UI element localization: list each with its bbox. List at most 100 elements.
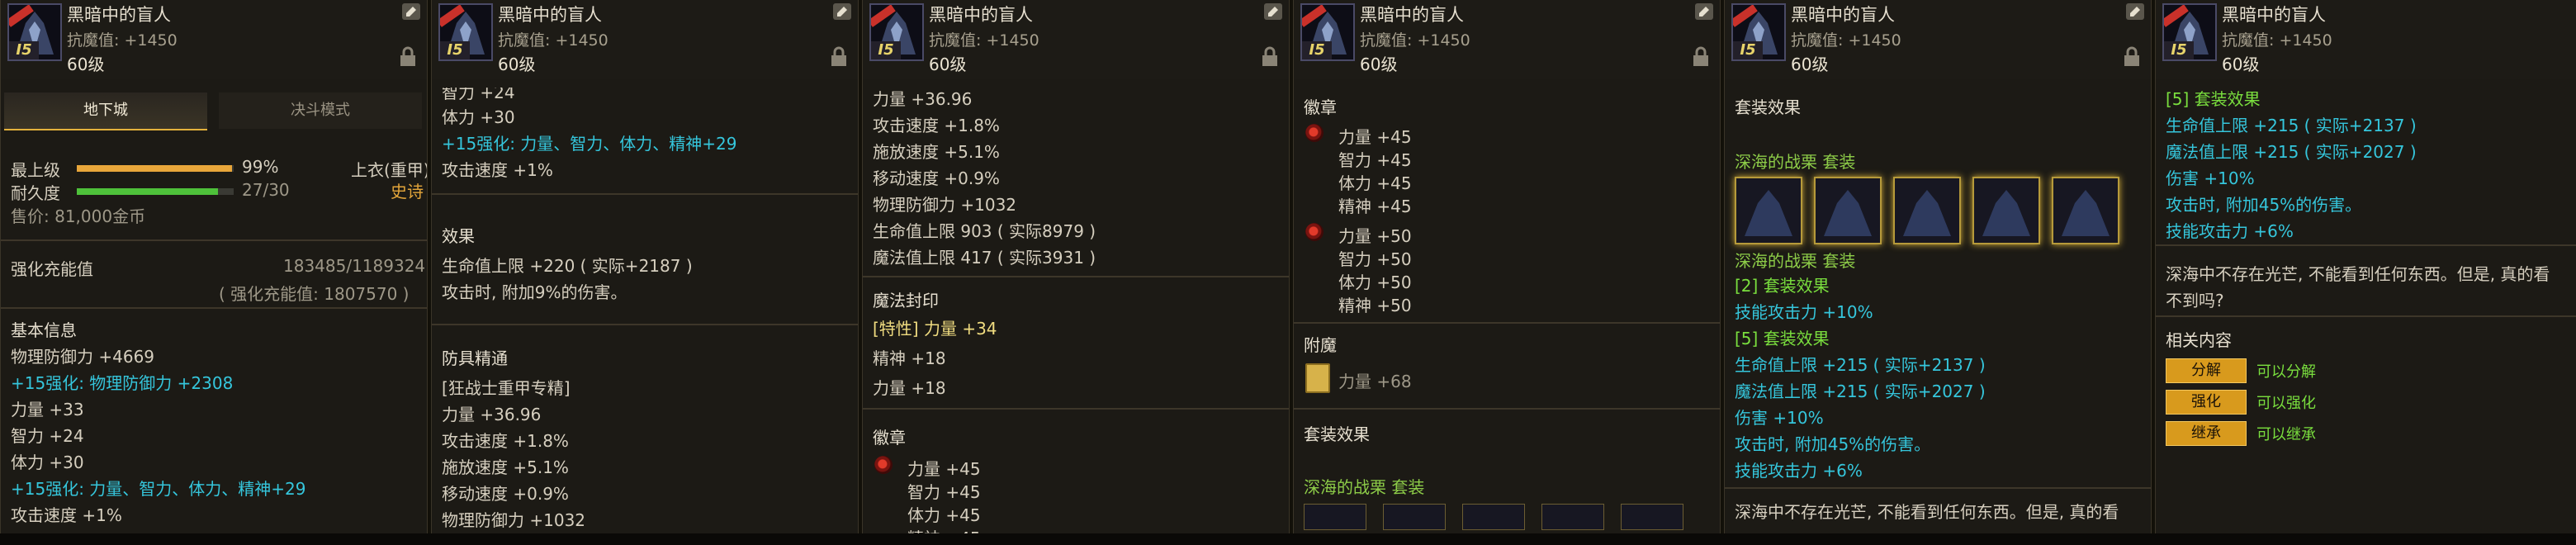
tooltip-header: I5 黑暗中的盲人 抗魔值: +1450 60级 — [1725, 0, 2151, 79]
lock-icon[interactable] — [1261, 46, 1279, 68]
stat-line: 攻击速度 +1.8% — [873, 116, 1000, 135]
tooltip-header: I5 黑暗中的盲人 抗魔值: +1450 60级 — [863, 0, 1289, 79]
set-item-icon[interactable] — [1621, 504, 1683, 530]
flavor-text: 深海中不存在光芒, 不能看到任何东西。但是, 真的看 — [1735, 502, 2119, 522]
tooltip-panel-6: I5 黑暗中的盲人 抗魔值: +1450 60级 [5] 套装效果 生命值上限 … — [2155, 0, 2576, 545]
edit-icon[interactable] — [402, 3, 420, 20]
item-name: 黑暗中的盲人 — [929, 5, 1033, 25]
emblem-title: 徽章 — [1304, 97, 1337, 117]
set-item-icon[interactable] — [1735, 177, 1802, 244]
grade-bar — [77, 165, 234, 172]
set-name: 深海的战栗 套装 — [1735, 152, 1856, 172]
set-item-icon[interactable] — [1541, 504, 1604, 530]
set-bonus-line: 伤害 +10% — [1735, 408, 1824, 428]
enhance-note: 可以强化 — [2256, 395, 2316, 412]
red-emblem-icon — [1305, 223, 1324, 241]
anti-magic-value: 抗魔值: +1450 — [498, 31, 608, 50]
effect-line: 攻击时, 附加9%的伤害。 — [442, 282, 627, 302]
emblem-line: 精神 +45 — [1338, 197, 1412, 216]
item-name: 黑暗中的盲人 — [498, 5, 602, 25]
edit-icon[interactable] — [1264, 3, 1282, 20]
flavor-text: 深海中不存在光芒, 不能看到任何东西。但是, 真的看 — [2166, 264, 2550, 284]
stat-line: 力量 +33 — [11, 400, 84, 419]
item-name: 黑暗中的盲人 — [1791, 5, 1895, 25]
mastery-title: 防具精通 — [442, 348, 508, 368]
item-level: 60级 — [67, 54, 105, 74]
enhance-badge: I5 — [871, 41, 901, 59]
stat-line: 体力 +30 — [11, 453, 84, 472]
anti-magic-value: 抗魔值: +1450 — [2222, 31, 2332, 50]
set-bonus-line: 攻击时, 附加45%的伤害。 — [2166, 195, 2362, 215]
sell-price: 售价: 81,000金币 — [11, 206, 146, 226]
edit-icon[interactable] — [1695, 3, 1713, 20]
item-icon: I5 — [7, 3, 62, 61]
set-bonus-line: 魔法值上限 +215 ( 实际+2027 ) — [1735, 382, 1986, 401]
item-name: 黑暗中的盲人 — [1360, 5, 1464, 25]
stat-line: 智力 +24 — [442, 83, 515, 102]
set-item-icon[interactable] — [1383, 504, 1446, 530]
anti-magic-value: 抗魔值: +1450 — [1360, 31, 1470, 50]
stat-line: +15强化: 物理防御力 +2308 — [11, 373, 234, 393]
set-item-icon[interactable] — [1814, 177, 1882, 244]
set-item-icon[interactable] — [2052, 177, 2119, 244]
set-item-icon[interactable] — [1893, 177, 1961, 244]
mastery-line: 施放速度 +5.1% — [442, 457, 569, 477]
set-bonus-line: 生命值上限 +215 ( 实际+2137 ) — [1735, 355, 1986, 375]
edit-icon[interactable] — [833, 3, 851, 20]
enhance-button[interactable]: 强化 — [2166, 390, 2247, 415]
emblem-line: 精神 +50 — [1338, 296, 1412, 315]
tab-duel[interactable]: 决斗模式 — [219, 92, 422, 129]
anti-magic-value: 抗魔值: +1450 — [1791, 31, 1901, 50]
slot-type: 上衣(重甲) — [351, 160, 428, 180]
inherit-button[interactable]: 继承 — [2166, 421, 2247, 446]
lock-icon[interactable] — [399, 46, 417, 68]
seal-line: 力量 +18 — [873, 378, 946, 398]
set-bonus-line: 技能攻击力 +6% — [1735, 461, 1863, 481]
emblem-line: 力量 +45 — [907, 459, 981, 479]
emblem-line: 智力 +45 — [907, 482, 981, 502]
stat-line: 攻击速度 +1% — [442, 160, 553, 180]
enhance-charge-value: 183485/1189324 — [283, 256, 426, 276]
tooltip-panel-1: I5 黑暗中的盲人 抗魔值: +1450 60级 地下城 决斗模式 最上级 99… — [0, 0, 428, 545]
set-item-icon[interactable] — [1304, 504, 1366, 530]
item-level: 60级 — [1791, 54, 1829, 74]
set-bonus-line: 伤害 +10% — [2166, 168, 2255, 188]
stat-line: +15强化: 力量、智力、体力、精神+29 — [11, 479, 306, 499]
tooltip-header: I5 黑暗中的盲人 抗魔值: +1450 60级 — [1294, 0, 1720, 79]
lock-icon[interactable] — [2123, 46, 2141, 68]
set-item-icon[interactable] — [1462, 504, 1525, 530]
item-level: 60级 — [929, 54, 967, 74]
enhance-badge: I5 — [1302, 41, 1332, 59]
stat-line: 物理防御力 +4669 — [11, 347, 155, 367]
lock-icon[interactable] — [830, 46, 848, 68]
red-emblem-icon — [1305, 124, 1324, 142]
inherit-note: 可以继承 — [2256, 426, 2316, 443]
enhance-charge-label: 强化充能值 — [11, 259, 93, 279]
magic-seal-title: 魔法封印 — [873, 291, 939, 310]
disassemble-note: 可以分解 — [2256, 363, 2316, 381]
enchant-card-icon — [1305, 363, 1330, 393]
set-bonus-line: 技能攻击力 +6% — [2166, 221, 2294, 241]
item-icon: I5 — [1731, 3, 1786, 61]
set-item-icon[interactable] — [1972, 177, 2040, 244]
item-name: 黑暗中的盲人 — [67, 5, 171, 25]
mastery-line: 攻击速度 +1.8% — [442, 431, 569, 451]
tooltip-header: I5 黑暗中的盲人 抗魔值: +1450 60级 — [1, 0, 427, 79]
disassemble-button[interactable]: 分解 — [2166, 358, 2247, 383]
stat-line: 体力 +30 — [442, 107, 515, 127]
durability-label: 耐久度 — [11, 183, 60, 203]
grade-percent: 99% — [242, 157, 279, 177]
set-effect-title: 套装效果 — [1304, 424, 1370, 444]
emblem-line: 体力 +45 — [907, 505, 981, 525]
tooltip-header: I5 黑暗中的盲人 抗魔值: +1450 60级 — [432, 0, 858, 79]
enchant-title: 附魔 — [1304, 335, 1337, 355]
emblem-line: 力量 +50 — [1338, 226, 1412, 246]
enchant-line: 力量 +68 — [1338, 372, 1412, 391]
item-level: 60级 — [1360, 54, 1398, 74]
item-level: 60级 — [2222, 54, 2260, 74]
lock-icon[interactable] — [1692, 46, 1710, 68]
edit-icon[interactable] — [2126, 3, 2144, 20]
item-name: 黑暗中的盲人 — [2222, 5, 2326, 25]
tab-dungeon[interactable]: 地下城 — [4, 92, 207, 130]
effect-line: 生命值上限 +220 ( 实际+2187 ) — [442, 256, 693, 276]
